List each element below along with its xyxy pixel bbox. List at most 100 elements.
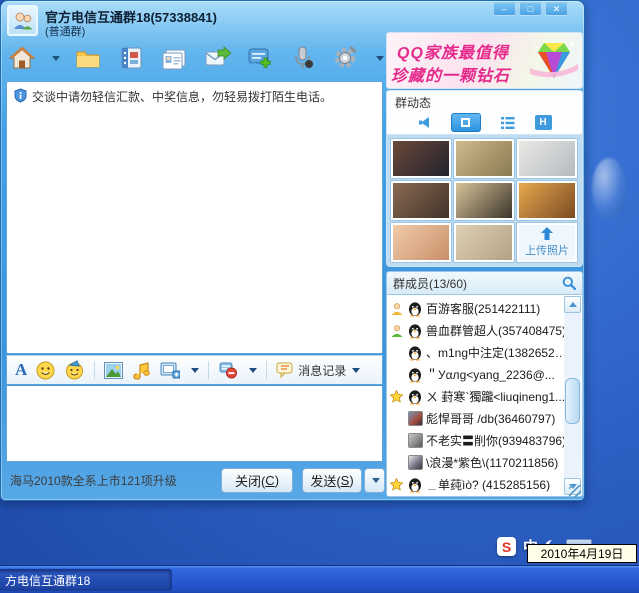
send-options-button[interactable] [364, 468, 385, 493]
settings-dropdown-caret[interactable] [376, 56, 384, 61]
member-avatar [407, 433, 423, 449]
member-name: ＂Уαлg<yang_2236@... [426, 366, 555, 383]
toolbar-divider [208, 361, 209, 379]
member-row[interactable]: 兽血群管超人(357408475) [389, 320, 567, 341]
home-icon [8, 44, 36, 72]
member-row[interactable]: \浪漫*紫色\(1170211856) [389, 452, 567, 473]
group-share-folder-button[interactable] [73, 43, 103, 73]
music-share-button[interactable] [132, 361, 151, 380]
h-view-button[interactable]: H [535, 115, 552, 130]
upload-photo-button[interactable]: 上传照片 [517, 223, 577, 262]
footer-ad-link[interactable]: 海马2010款全系上市121项升级 [10, 472, 177, 489]
penguin-avatar-icon [407, 323, 423, 339]
group-photo-thumbnail[interactable] [391, 223, 451, 262]
send-label: 发送( [310, 471, 340, 490]
scrollbar-thumb[interactable] [565, 378, 580, 424]
member-row[interactable]: ＂Уαлg<yang_2236@... [389, 364, 567, 385]
input-toolbar: A [6, 355, 383, 385]
home-dropdown-caret[interactable] [52, 56, 60, 61]
emoticon-button[interactable] [36, 361, 55, 380]
taskbar: 方电信互通群18 ‹ 14:22 [0, 565, 639, 593]
group-photo-thumbnail[interactable] [454, 139, 514, 178]
message-settings-button[interactable] [218, 361, 238, 379]
toolbar-divider [266, 361, 267, 379]
send-button[interactable]: 发送(S) [302, 468, 362, 493]
group-photo-thumbnail[interactable] [454, 181, 514, 220]
member-name: 彪悍哥哥 /db(36460797) [426, 410, 555, 427]
wallpaper-droplet-graphic [592, 158, 626, 218]
taskbar-task-button[interactable]: 方电信互通群18 [0, 569, 172, 591]
group-photo-thumbnail[interactable] [391, 139, 451, 178]
minimize-button[interactable]: – [493, 2, 516, 16]
penguin-avatar-icon [407, 477, 423, 493]
member-list-scrollbar[interactable] [564, 296, 581, 495]
member-row[interactable]: ﹍单莼ìò? (415285156) [389, 474, 567, 495]
member-row[interactable]: 彪悍哥哥 /db(36460797) [389, 408, 567, 429]
sound-toggle-icon[interactable] [418, 116, 431, 129]
thumbnail-view-button-selected[interactable] [451, 113, 481, 132]
member-avatar [407, 301, 423, 317]
member-list-panel: 百游客服(251422111) 兽血群管超人(357408475) 、m1ng中注定… [386, 294, 583, 497]
voice-tools-button[interactable] [288, 43, 318, 73]
member-name: 兽血群管超人(357408475) [426, 322, 566, 339]
chat-history-area[interactable]: 交谈中请勿轻信汇款、中奖信息，勿轻易拨打陌生电话。 [6, 81, 383, 354]
member-card-icon [160, 44, 188, 72]
member-row[interactable]: ㄨ 葑寒`獨躘<liuqineng1... [389, 386, 567, 407]
badge-spacer [389, 455, 404, 470]
ad-banner[interactable]: QQ家族最值得 珍藏的一颗钻石 [386, 32, 583, 89]
capture-dropdown-caret[interactable] [191, 368, 199, 373]
group-album-button[interactable] [116, 43, 146, 73]
badge-spacer [389, 345, 404, 360]
close-label-suffix: ) [275, 473, 279, 488]
member-row[interactable]: 不老实〓削你(939483796) [389, 430, 567, 451]
upload-arrow-icon [539, 227, 555, 241]
maximize-button[interactable]: □ [519, 2, 542, 16]
member-row[interactable]: 、m1ng中注定(138265247) [389, 342, 567, 363]
scroll-up-button[interactable] [564, 296, 581, 313]
badge-spacer [389, 411, 404, 426]
activity-view-toggles: H [386, 111, 583, 134]
sogou-input-icon[interactable]: S [497, 537, 516, 556]
member-name: ㄨ 葑寒`獨躘<liuqineng1... [426, 388, 565, 405]
message-settings-caret[interactable] [249, 368, 257, 373]
font-button[interactable]: A [15, 360, 27, 380]
chat-bubble-icon [276, 362, 294, 378]
qq-group-chat-window: 官方电信互通群18(57338841) (普通群) – □ ✕ [0, 0, 585, 501]
thumbnail-view-icon [461, 118, 470, 127]
window-resize-grip[interactable] [569, 485, 581, 497]
upload-photo-label: 上传照片 [525, 242, 569, 258]
member-row[interactable]: 百游客服(251422111) [389, 298, 567, 319]
home-button[interactable] [7, 43, 37, 73]
send-label-suffix: ) [349, 473, 353, 488]
send-email-button[interactable] [202, 43, 232, 73]
members-count-label: 群成员(13/60) [393, 275, 467, 292]
group-photo-thumbnail[interactable] [517, 181, 577, 220]
add-chat-icon [246, 44, 274, 72]
star-badge-icon [390, 390, 403, 403]
penguin-avatar-icon [407, 367, 423, 383]
member-name: 、m1ng中注定(138265247) [426, 344, 567, 361]
magic-emoticon-button[interactable] [64, 360, 85, 380]
send-image-button[interactable] [104, 362, 123, 379]
settings-button[interactable] [331, 43, 361, 73]
message-history-button[interactable]: 消息记录 [276, 362, 360, 379]
group-activity-header: 群动态 [386, 90, 583, 111]
message-input-area[interactable] [6, 386, 383, 462]
close-button[interactable]: ✕ [545, 2, 568, 16]
group-photo-thumbnail[interactable] [391, 181, 451, 220]
badge-spacer [389, 433, 404, 448]
group-avatar[interactable] [7, 5, 38, 36]
close-label: 关闭( [235, 471, 265, 490]
group-photo-thumbnail[interactable] [454, 223, 514, 262]
shared-folder-icon [74, 44, 102, 72]
group-photo-thumbnail[interactable] [517, 139, 577, 178]
admin-yellow-badge-icon [390, 302, 404, 316]
member-info-button[interactable] [159, 43, 189, 73]
create-session-button[interactable] [245, 43, 275, 73]
star-badge [389, 477, 404, 492]
search-members-icon[interactable] [562, 276, 576, 290]
close-chat-button[interactable]: 关闭(C) [221, 468, 293, 493]
member-name: 不老实〓削你(939483796) [426, 432, 566, 449]
screen-capture-button[interactable] [160, 361, 180, 379]
list-view-button[interactable] [501, 117, 515, 129]
